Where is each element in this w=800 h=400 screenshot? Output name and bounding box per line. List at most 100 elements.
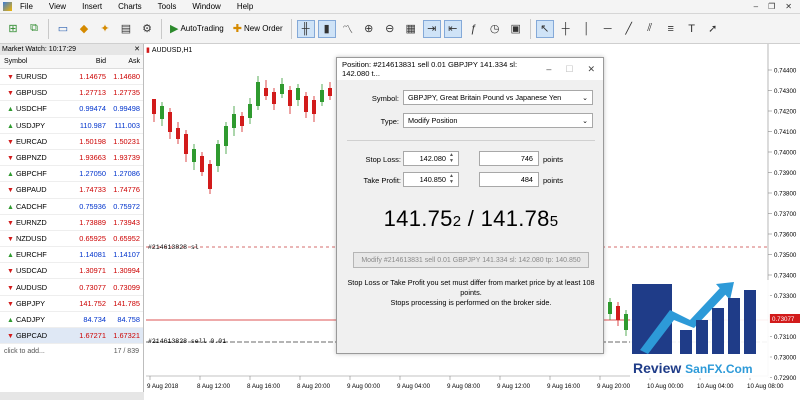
bid-cell: 1.73889: [79, 217, 106, 227]
market-watch-row[interactable]: ▼ EURNZD 1.73889 1.73943: [0, 215, 143, 231]
menu-tools[interactable]: Tools: [150, 2, 185, 11]
symbol-name: GBPCAD: [15, 331, 48, 341]
autoscroll-icon[interactable]: ⇥: [422, 19, 441, 38]
ask-price-pip: 5: [549, 213, 559, 230]
app-logo-icon: [3, 2, 12, 11]
periods-icon[interactable]: ◷: [486, 20, 504, 38]
templates-icon[interactable]: ▣: [507, 20, 525, 38]
down-arrow-icon: ▼: [7, 219, 14, 227]
autotrading-button[interactable]: ▶ AutoTrading: [167, 19, 227, 39]
market-watch-row[interactable]: ▲ USDJPY 110.987 111.003: [0, 118, 143, 134]
menu-file[interactable]: File: [12, 2, 41, 11]
cursor-icon[interactable]: ↖: [535, 19, 554, 38]
down-arrow-icon: ▼: [7, 333, 14, 341]
ask-header[interactable]: Ask: [106, 58, 142, 65]
symbol-cell: ▼ EURCAD: [0, 137, 70, 146]
market-watch-row[interactable]: ▲ EURCHF 1.14081 1.14107: [0, 247, 143, 264]
bid-cell: 0.73077: [79, 282, 106, 292]
restore-icon[interactable]: ❐: [768, 2, 775, 11]
up-arrow-icon: ▲: [7, 122, 14, 130]
bid-header[interactable]: Bid: [70, 58, 106, 65]
order-line-label: #214613828 sell 0.01: [148, 338, 227, 345]
bar-chart-icon[interactable]: ╫: [296, 19, 315, 38]
market-watch-row[interactable]: ▼ NZDUSD 0.65925 0.65952: [0, 231, 143, 248]
text-tool-icon[interactable]: T: [683, 20, 701, 38]
symbol-name: EURNZD: [15, 217, 47, 227]
horizontal-line-icon[interactable]: ─: [599, 20, 617, 38]
market-watch-icon[interactable]: ▭: [54, 20, 72, 38]
market-watch-row[interactable]: ▲ CADJPY 84.734 84.758: [0, 312, 143, 328]
market-watch-row[interactable]: ▼ EURCAD 1.50198 1.50231: [0, 134, 143, 150]
dialog-maximize-icon[interactable]: ☐: [565, 64, 573, 75]
dialog-title: Position: #214613831 sell 0.01 GBPJPY 14…: [342, 60, 518, 78]
new-order-button[interactable]: ✚ New Order: [230, 19, 286, 39]
candlestick-icon[interactable]: ▮: [317, 19, 336, 38]
price-tick-label: 0.73300: [774, 293, 797, 300]
toolbar: ⊞ ⧉ ▭ ◆ ✦ ▤ ⚙ ▶ AutoTrading ✚ New Order ╫ …: [0, 14, 800, 44]
stop-loss-spinner[interactable]: ▲ ▼: [449, 152, 457, 164]
data-window-icon[interactable]: ◆: [75, 20, 93, 38]
trendline-icon[interactable]: ╱: [620, 20, 638, 38]
symbol-header[interactable]: Symbol: [0, 58, 70, 65]
arrows-tool-icon[interactable]: ➚: [704, 20, 722, 38]
menu-view[interactable]: View: [41, 2, 74, 11]
menu-charts[interactable]: Charts: [110, 2, 150, 11]
menu-help[interactable]: Help: [229, 2, 261, 11]
indicators-icon[interactable]: ƒ: [465, 20, 483, 38]
dialog-close-icon[interactable]: ✕: [587, 64, 595, 75]
time-tick-label: 10 Aug 08:00: [747, 383, 784, 390]
market-watch-row[interactable]: ▼ AUDUSD 0.73077 0.73099: [0, 279, 143, 296]
zoom-out-icon[interactable]: ⊖: [381, 20, 399, 38]
symbol-cell: ▲ GBPCHF: [0, 169, 70, 178]
click-to-add[interactable]: click to add...: [4, 348, 45, 355]
crosshair-icon[interactable]: ┼: [557, 20, 575, 38]
modify-button[interactable]: Modify #214613831 sell 0.01 GBPJPY 141.3…: [353, 252, 589, 268]
close-icon[interactable]: ✕: [785, 2, 792, 11]
market-watch-row[interactable]: ▼ GBPAUD 1.74733 1.74776: [0, 182, 143, 199]
symbol-select[interactable]: GBPJPY, Great Britain Pound vs Japanese …: [403, 90, 593, 105]
navigator-icon[interactable]: ✦: [96, 20, 114, 38]
market-watch-row[interactable]: ▼ GBPCAD 1.67271 1.67321: [0, 328, 143, 345]
close-panel-icon[interactable]: ✕: [134, 44, 143, 55]
new-chart-icon[interactable]: ⊞: [4, 20, 22, 38]
tester-icon[interactable]: ⚙: [138, 20, 156, 38]
chart-shift-icon[interactable]: ⇤: [443, 19, 462, 38]
menu-window[interactable]: Window: [184, 2, 228, 11]
ask-cell: 1.67321: [113, 331, 140, 341]
symbol-cell: ▼ GBPCAD: [0, 331, 70, 340]
take-profit-spinner[interactable]: ▲ ▼: [449, 173, 457, 185]
take-profit-input[interactable]: 140.850 ▲ ▼: [403, 172, 459, 187]
stop-loss-value: 142.080: [419, 154, 446, 163]
dialog-titlebar[interactable]: Position: #214613831 sell 0.01 GBPJPY 14…: [337, 58, 603, 80]
take-profit-points-input[interactable]: 484: [479, 172, 539, 187]
fibonacci-icon[interactable]: ≡: [662, 20, 680, 38]
channel-icon[interactable]: ⫽: [641, 20, 659, 38]
market-watch-tabs[interactable]: [0, 392, 144, 400]
down-arrow-icon: ▼: [7, 74, 14, 82]
vertical-line-icon[interactable]: │: [578, 20, 596, 38]
tile-windows-icon[interactable]: ▦: [402, 20, 420, 38]
market-watch-row[interactable]: ▲ CADCHF 0.75936 0.75972: [0, 199, 143, 215]
market-watch-header: Symbol Bid Ask: [0, 55, 143, 69]
stop-loss-input[interactable]: 142.080 ▲ ▼: [403, 151, 459, 166]
profiles-icon[interactable]: ⧉: [25, 20, 43, 38]
minimize-icon[interactable]: –: [754, 2, 758, 11]
menu-insert[interactable]: Insert: [74, 2, 110, 11]
ask-cell: 1.14107: [113, 250, 140, 260]
line-chart-icon[interactable]: 〽: [339, 20, 357, 38]
terminal-icon[interactable]: ▤: [117, 20, 135, 38]
market-watch-row[interactable]: ▲ USDCHF 0.99474 0.99498: [0, 101, 143, 118]
market-watch-row[interactable]: ▲ GBPCHF 1.27050 1.27086: [0, 166, 143, 183]
market-watch-row[interactable]: ▼ GBPJPY 141.752 141.785: [0, 296, 143, 312]
zoom-in-icon[interactable]: ⊕: [360, 20, 378, 38]
note-line-1: Stop Loss or Take Profit you set must di…: [347, 278, 595, 297]
symbol-cell: ▼ AUDUSD: [0, 283, 70, 292]
type-select[interactable]: Modify Position ⌄: [403, 113, 593, 128]
candle-body: [616, 306, 620, 320]
market-watch-row[interactable]: ▼ GBPUSD 1.27713 1.27735: [0, 85, 143, 102]
market-watch-row[interactable]: ▼ EURUSD 1.14675 1.14680: [0, 69, 143, 86]
market-watch-row[interactable]: ▼ USDCAD 1.30971 1.30994: [0, 263, 143, 280]
stop-loss-points-input[interactable]: 746: [479, 151, 539, 166]
dialog-minimize-icon[interactable]: –: [546, 64, 551, 75]
market-watch-row[interactable]: ▼ GBPNZD 1.93663 1.93739: [0, 150, 143, 167]
